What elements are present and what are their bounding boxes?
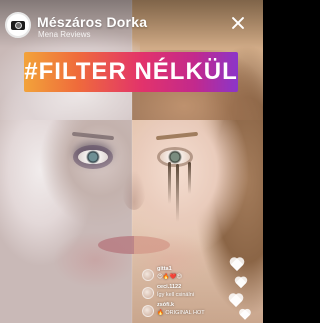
hashtag-banner: #FILTER NÉLKÜL (24, 52, 238, 92)
heart-icon (229, 258, 245, 272)
comment-text: Így kell csinálni (157, 292, 194, 298)
mascara-tear (168, 162, 171, 204)
split-divider (131, 0, 133, 323)
comment-user[interactable]: zsófi.k (157, 302, 174, 308)
profile-avatar[interactable] (5, 12, 31, 38)
comment-user[interactable]: gitta1 (157, 266, 172, 272)
comment-item: gitta1 😍🔥❤️😍 (142, 266, 224, 286)
live-video-stage: Mészáros Dorka Mena Reviews #FILTER NÉLK… (0, 0, 263, 323)
comment-item: ceci.1122 Így kell csinálni (142, 284, 224, 304)
comment-avatar[interactable] (142, 287, 154, 299)
eye-right (160, 150, 190, 164)
heart-icon (239, 309, 252, 320)
comment-avatar[interactable] (142, 269, 154, 281)
user-name[interactable]: Mészáros Dorka (37, 14, 147, 30)
live-header: Mészáros Dorka Mena Reviews (0, 0, 263, 48)
close-icon[interactable] (230, 15, 246, 31)
eye-left (78, 150, 108, 164)
heart-icon (234, 277, 248, 289)
mascara-tear (188, 162, 191, 194)
hashtag-text: #FILTER NÉLKÜL (24, 58, 238, 85)
user-subtitle: Mena Reviews (38, 30, 91, 39)
comment-text: 🔥 ORIGINAL HOT (157, 310, 205, 316)
heart-icon (228, 294, 244, 308)
lips (98, 236, 170, 254)
comment-avatar[interactable] (142, 305, 154, 317)
comment-user[interactable]: ceci.1122 (157, 284, 181, 290)
nose (122, 170, 146, 210)
comment-item: zsófi.k 🔥 ORIGINAL HOT (142, 302, 224, 322)
comment-text: 😍🔥❤️😍 (157, 274, 183, 280)
camera-lens (15, 22, 22, 29)
mascara-tear (176, 164, 179, 222)
